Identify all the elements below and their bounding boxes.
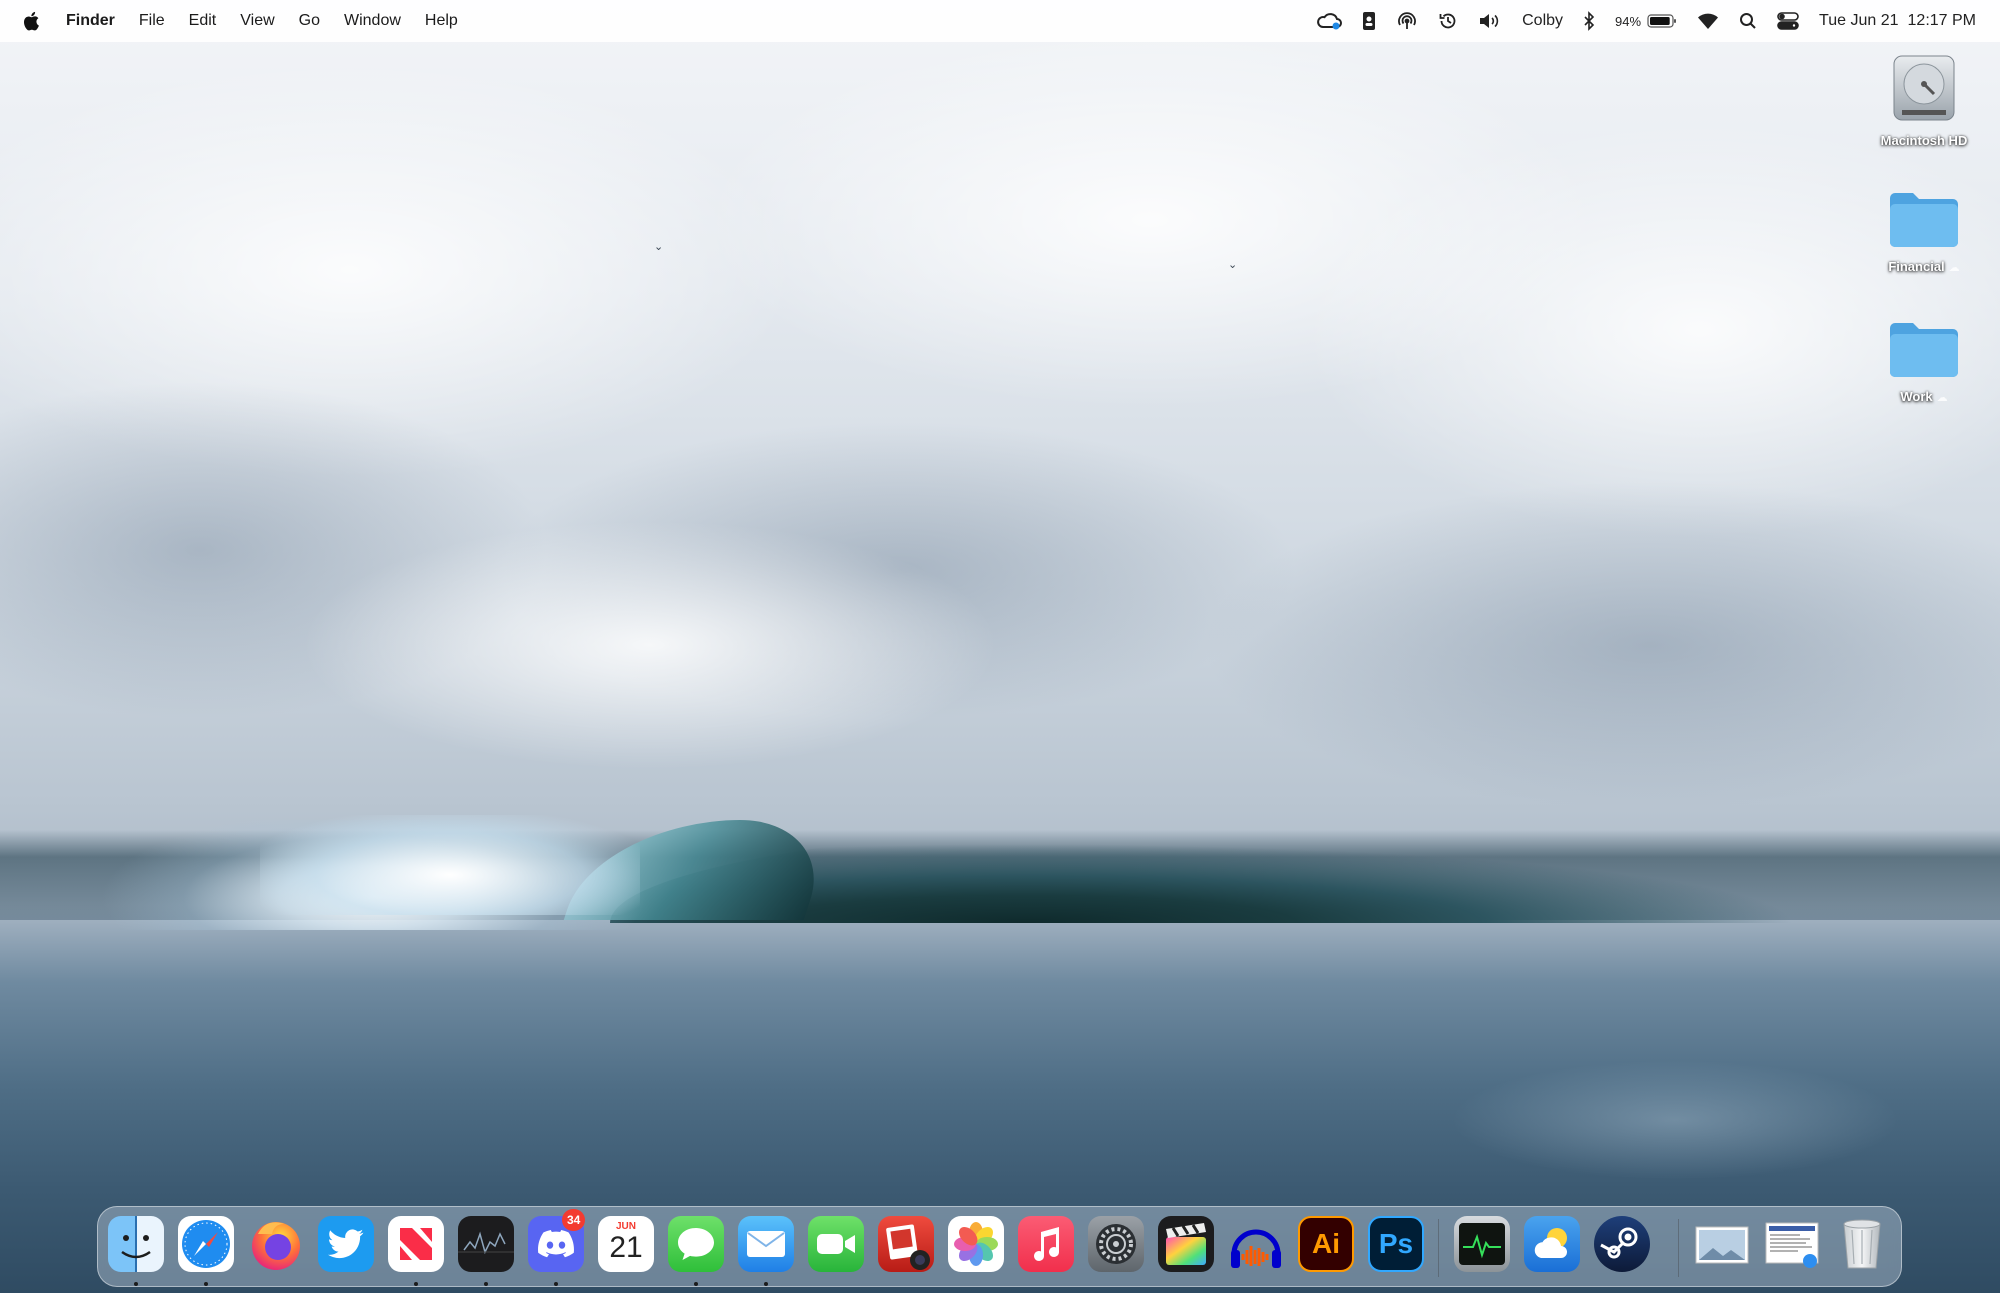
menu-help[interactable]: Help — [413, 0, 470, 42]
dock-calendar[interactable]: JUN 21 — [598, 1216, 654, 1272]
dock-twitter[interactable] — [318, 1216, 374, 1272]
dock-safari[interactable] — [178, 1216, 234, 1272]
dock-messages[interactable] — [668, 1216, 724, 1272]
dock-finder[interactable] — [108, 1216, 164, 1272]
wifi-icon[interactable] — [1697, 12, 1719, 30]
icloud-status-icon: ☁ — [1936, 392, 1948, 404]
dock-final-cut-pro[interactable] — [1158, 1216, 1214, 1272]
mail-envelope-icon — [747, 1231, 785, 1257]
dock-separator — [1438, 1219, 1439, 1277]
dock-system-preferences[interactable] — [1088, 1216, 1144, 1272]
hard-drive-icon — [1893, 55, 1955, 121]
firefox-icon — [252, 1222, 300, 1270]
desktop-icon-label: Financial — [1888, 259, 1945, 274]
desktop-icon-label: Work — [1900, 389, 1933, 404]
apple-menu-icon[interactable] — [22, 11, 40, 31]
menu-edit[interactable]: Edit — [177, 0, 229, 42]
audacity-headphones-icon — [1231, 1229, 1281, 1268]
twitter-bird-icon — [328, 1229, 364, 1259]
notification-badge: 34 — [562, 1209, 586, 1231]
illustrator-logo: Ai — [1312, 1228, 1340, 1259]
stack-image-icon — [1695, 1226, 1749, 1264]
music-note-icon — [1034, 1227, 1059, 1261]
battery-status[interactable]: 94% — [1615, 13, 1677, 29]
running-indicator — [764, 1282, 768, 1286]
facetime-camera-icon — [817, 1234, 855, 1254]
dock-documents-stack[interactable] — [1764, 1216, 1820, 1272]
running-indicator — [554, 1282, 558, 1286]
safari-compass-icon — [182, 1220, 230, 1268]
icloud-status-icon: ☁ — [1948, 262, 1960, 274]
gear-icon — [1096, 1224, 1136, 1264]
dock-activity-monitor[interactable] — [1454, 1216, 1510, 1272]
battery-icon — [1647, 14, 1677, 28]
dock-adobe-illustrator[interactable]: Ai — [1298, 1216, 1354, 1272]
desktop-icon-financial-folder[interactable]: Financial ☁ — [1864, 188, 1984, 276]
running-indicator — [694, 1282, 698, 1286]
weather-sun-cloud-icon — [1534, 1228, 1567, 1258]
bluetooth-icon[interactable] — [1583, 11, 1595, 31]
dock-adobe-photoshop[interactable]: Ps — [1368, 1216, 1424, 1272]
dock-stocks[interactable] — [458, 1216, 514, 1272]
creative-cloud-icon[interactable] — [1316, 11, 1343, 31]
desktop-wallpaper: ⌄ ⌄ — [0, 0, 2000, 1293]
clock-date: Tue Jun 21 — [1819, 12, 1899, 29]
clapperboard-icon — [1166, 1223, 1206, 1265]
dock-steam[interactable] — [1594, 1216, 1650, 1272]
dock-audacity[interactable] — [1228, 1216, 1284, 1272]
desktop-icon-label: Macintosh HD — [1880, 133, 1968, 148]
menu-view[interactable]: View — [228, 0, 286, 42]
stocks-chart-icon — [458, 1231, 514, 1255]
contacts-badge-icon[interactable] — [1362, 11, 1376, 31]
trash-can-icon — [1843, 1219, 1881, 1269]
battery-percent: 94% — [1615, 13, 1642, 29]
bird: ⌄ — [654, 241, 664, 253]
time-machine-icon[interactable] — [1438, 11, 1458, 31]
dock-facetime[interactable] — [808, 1216, 864, 1272]
steam-icon — [1600, 1227, 1638, 1259]
spotlight-search-icon[interactable] — [1739, 12, 1757, 30]
running-indicator — [134, 1282, 138, 1286]
dock-mail[interactable] — [738, 1216, 794, 1272]
user-name[interactable]: Colby — [1522, 12, 1563, 30]
dock-weather[interactable] — [1524, 1216, 1580, 1272]
photoshop-logo: Ps — [1378, 1228, 1414, 1259]
desktop-icon-work-folder[interactable]: Work ☁ — [1864, 318, 1984, 406]
dock-downloads-stack[interactable] — [1694, 1216, 1750, 1272]
menu-app-name[interactable]: Finder — [54, 0, 127, 42]
control-center-icon[interactable] — [1777, 12, 1799, 30]
volume-icon[interactable] — [1478, 11, 1502, 31]
running-indicator — [204, 1282, 208, 1286]
photo-booth-icon — [886, 1224, 930, 1270]
dock-photos[interactable] — [948, 1216, 1004, 1272]
dock-music[interactable] — [1018, 1216, 1074, 1272]
running-indicator — [414, 1282, 418, 1286]
airdrop-icon[interactable] — [1396, 10, 1418, 32]
dock-news[interactable] — [388, 1216, 444, 1272]
dock-firefox[interactable] — [248, 1216, 304, 1272]
discord-icon — [538, 1230, 574, 1258]
folder-icon — [1890, 323, 1958, 377]
menu-bar: Finder File Edit View Go Window Help Col… — [0, 0, 2000, 42]
dock-trash[interactable] — [1834, 1216, 1890, 1272]
desktop-icon-macintosh-hd[interactable]: Macintosh HD — [1864, 54, 1984, 150]
finder-icon — [121, 1216, 151, 1272]
folder-icon — [1890, 193, 1958, 247]
menu-window[interactable]: Window — [332, 0, 413, 42]
activity-monitor-icon — [1459, 1223, 1505, 1265]
photos-flower-icon — [954, 1222, 998, 1266]
bird: ⌄ — [1228, 259, 1238, 271]
clock-time: 12:17 PM — [1907, 12, 1976, 29]
news-icon — [400, 1228, 432, 1260]
calendar-day: 21 — [609, 1231, 643, 1264]
dock-separator — [1678, 1219, 1679, 1277]
menu-file[interactable]: File — [127, 0, 177, 42]
dock: 34 JUN 21 Ai Ps — [97, 1206, 1902, 1287]
menu-go[interactable]: Go — [287, 0, 332, 42]
running-indicator — [484, 1282, 488, 1286]
menu-clock[interactable]: Tue Jun 21 12:17 PM — [1819, 12, 1976, 30]
dock-photo-booth[interactable] — [878, 1216, 934, 1272]
messages-bubble-icon — [678, 1228, 714, 1260]
stack-document-icon — [1765, 1222, 1819, 1268]
